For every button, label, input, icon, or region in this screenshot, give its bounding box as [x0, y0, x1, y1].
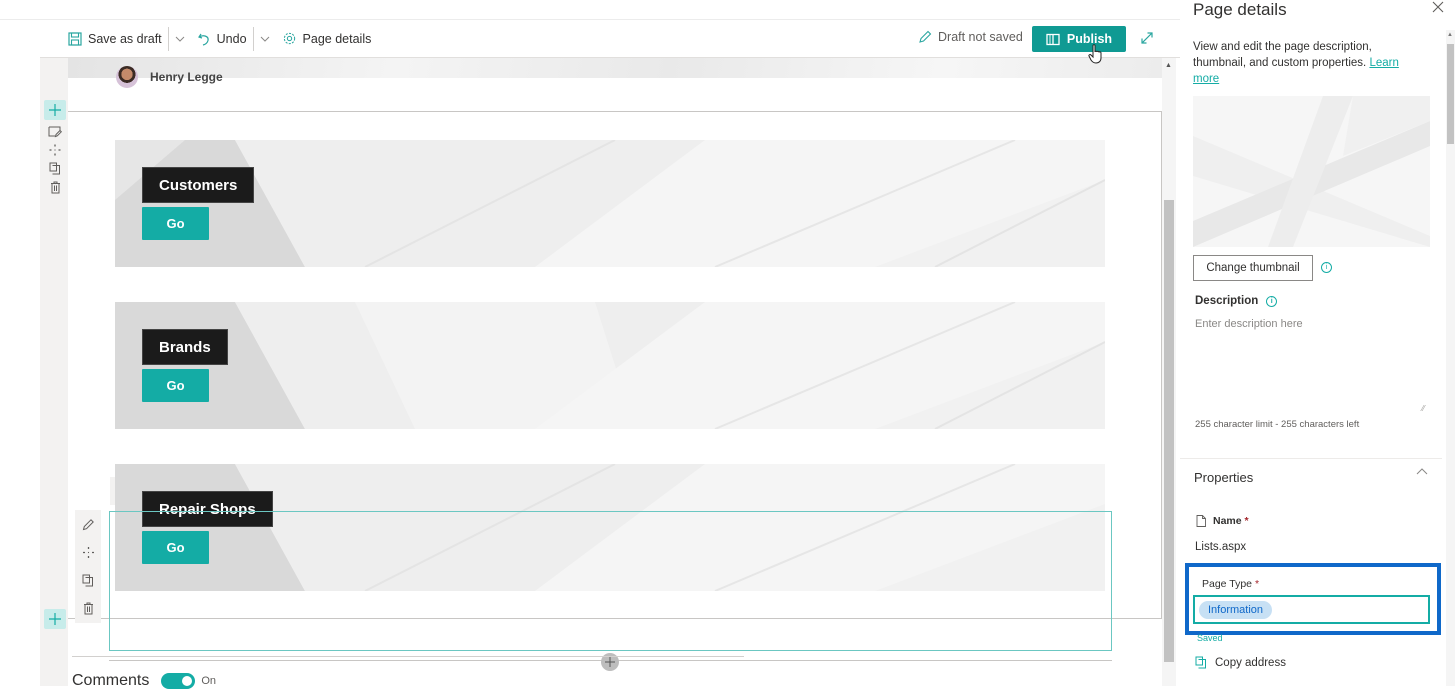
delete-icon[interactable] — [83, 602, 94, 615]
thumbnail-preview — [1193, 96, 1430, 247]
book-icon — [1046, 33, 1060, 46]
page-details-button[interactable]: Page details — [276, 20, 378, 57]
duplicate-section-icon[interactable] — [49, 162, 61, 175]
comments-toggle-state: On — [201, 675, 217, 687]
collapse-properties-button[interactable] — [1416, 468, 1428, 475]
close-panel-button[interactable] — [1432, 1, 1444, 13]
add-section-button[interactable] — [44, 100, 66, 120]
browser-top-area — [0, 0, 1180, 20]
thumbnail-image — [1193, 96, 1430, 247]
move-section-icon[interactable] — [49, 144, 61, 156]
description-input[interactable] — [1195, 318, 1430, 416]
info-icon[interactable]: i — [1266, 295, 1278, 307]
publish-button[interactable]: Publish — [1032, 26, 1126, 52]
page-section: Customers Go Brands Go Repair Shops Go — [68, 111, 1162, 671]
chevron-down-icon — [260, 36, 269, 42]
save-as-draft-button[interactable]: Save as draft — [62, 20, 168, 57]
name-field-label: Name * — [1196, 515, 1249, 527]
description-label: Description i — [1195, 295, 1278, 307]
duplicate-icon[interactable] — [82, 574, 94, 587]
name-label-text: Name — [1213, 515, 1242, 527]
canvas-scrollbar[interactable]: ▲ — [1162, 58, 1176, 686]
banner-title: Customers — [142, 167, 255, 203]
banner-customers: Customers Go — [115, 140, 1105, 267]
scroll-up-arrow-icon[interactable]: ▲ — [1165, 62, 1172, 69]
scroll-up-arrow-icon[interactable]: ▲ — [1447, 32, 1453, 38]
add-section-bottom-button[interactable] — [44, 609, 66, 629]
delete-section-icon[interactable] — [50, 181, 61, 194]
page-type-tag[interactable]: Information — [1199, 600, 1273, 619]
page-type-label-text: Page Type — [1202, 578, 1253, 590]
page-type-input[interactable]: Information — [1193, 595, 1430, 624]
author-name: Henry Legge — [150, 70, 223, 84]
undo-label: Undo — [216, 31, 247, 46]
copy-address-label: Copy address — [1215, 656, 1286, 669]
expand-icon[interactable] — [1140, 31, 1154, 45]
hand-cursor-icon — [1088, 44, 1104, 64]
required-marker: * — [1254, 578, 1260, 590]
description-label-text: Description — [1195, 295, 1259, 307]
comments-section: Comments On — [72, 672, 216, 690]
panel-intro-text: View and edit the page description, thum… — [1193, 41, 1372, 69]
plus-icon — [49, 613, 61, 625]
edit-webpart-icon[interactable] — [82, 518, 95, 531]
page-type-label: Page Type * — [1202, 578, 1259, 590]
change-thumbnail-button[interactable]: Change thumbnail — [1193, 255, 1313, 281]
copy-icon — [1195, 656, 1206, 669]
move-icon[interactable] — [82, 546, 95, 559]
panel-title: Page details — [1193, 0, 1287, 19]
document-icon — [1196, 515, 1206, 527]
chevron-up-icon — [1416, 468, 1428, 475]
avatar — [116, 66, 138, 88]
save-icon — [68, 31, 82, 46]
scrollbar-thumb[interactable] — [1447, 44, 1454, 144]
undo-icon — [197, 32, 211, 46]
draft-status-text: Draft not saved — [938, 30, 1023, 44]
comments-toggle[interactable] — [161, 673, 196, 689]
author-byline[interactable]: Henry Legge — [116, 66, 223, 88]
close-icon — [1432, 1, 1444, 13]
page-canvas: Henry Legge Customers Go Brands Go Repai… — [68, 58, 1162, 686]
properties-heading: Properties — [1194, 470, 1254, 485]
chevron-down-icon — [175, 36, 185, 42]
page-details-label: Page details — [302, 31, 372, 46]
undo-button[interactable]: Undo — [191, 20, 253, 57]
go-button[interactable]: Go — [142, 369, 209, 402]
plus-icon — [605, 657, 615, 667]
name-value[interactable]: Lists.aspx — [1195, 541, 1246, 553]
saved-status: Saved — [1197, 633, 1223, 643]
save-options-dropdown[interactable] — [169, 36, 191, 42]
comments-label: Comments — [72, 672, 150, 689]
required-marker: * — [1244, 515, 1249, 527]
banner-title: Brands — [142, 329, 228, 365]
save-as-draft-label: Save as draft — [88, 31, 162, 46]
panel-divider — [1180, 458, 1442, 459]
character-limit-text: 255 character limit - 255 characters lef… — [1195, 419, 1360, 430]
draft-status: Draft not saved — [918, 30, 1023, 44]
gear-icon — [282, 31, 297, 46]
title-area-background — [68, 58, 1162, 78]
undo-options-dropdown[interactable] — [254, 36, 276, 42]
left-gutter — [0, 20, 40, 686]
copy-address-button[interactable]: Copy address — [1195, 656, 1286, 669]
banner-background-image — [115, 140, 1105, 267]
resize-handle-icon[interactable]: ⁄⁄ — [1422, 404, 1425, 413]
banner-brands: Brands Go — [115, 302, 1105, 429]
scrollbar-thumb[interactable] — [1164, 200, 1174, 662]
info-icon[interactable]: i — [1321, 262, 1332, 273]
webpart-toolbar — [75, 510, 101, 623]
section-toolbar — [44, 100, 66, 194]
panel-scrollbar[interactable]: ▲ — [1446, 30, 1455, 686]
plus-icon — [49, 104, 61, 116]
selected-webpart-outline — [109, 511, 1112, 651]
edit-section-icon[interactable] — [48, 126, 62, 138]
pencil-icon — [918, 30, 932, 44]
comments-divider — [72, 656, 744, 657]
go-button[interactable]: Go — [142, 207, 209, 240]
panel-intro: View and edit the page description, thum… — [1193, 39, 1425, 87]
banner-background-image — [115, 302, 1105, 429]
